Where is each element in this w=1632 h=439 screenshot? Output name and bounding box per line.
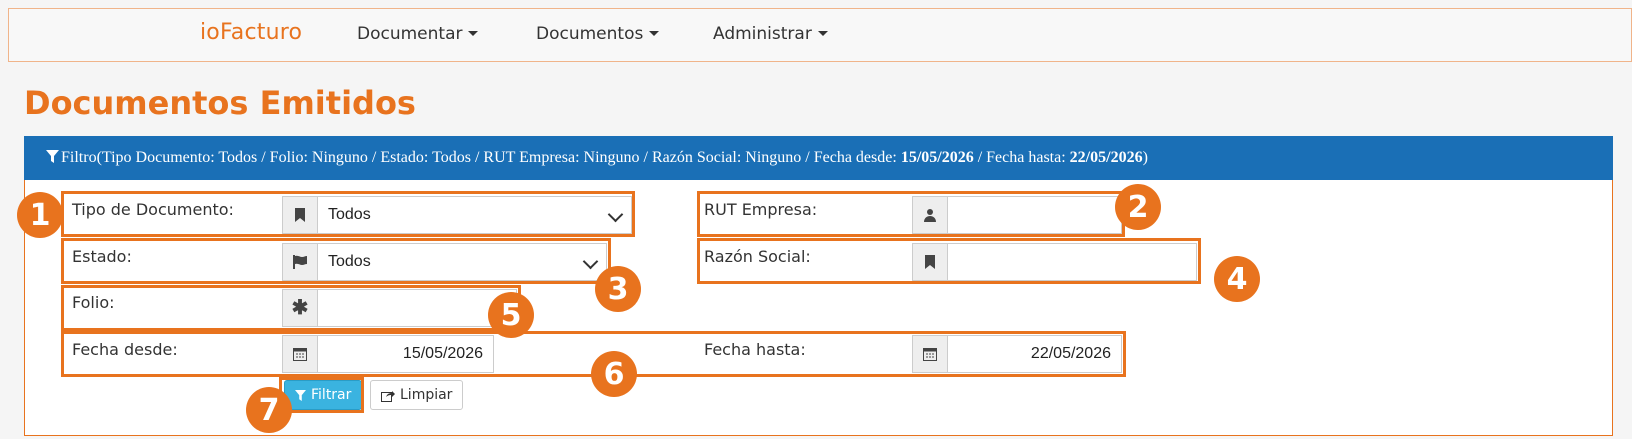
brand-logo[interactable]: ioFacturo bbox=[200, 20, 302, 45]
nav-documentos-label: Documentos bbox=[536, 24, 644, 44]
filter-summary-middle: / Fecha hasta: bbox=[973, 149, 1070, 166]
nav-documentar[interactable]: Documentar bbox=[357, 24, 479, 44]
folio-label: Folio: bbox=[72, 293, 115, 312]
nav-documentos[interactable]: Documentos bbox=[536, 24, 660, 44]
nav-administrar[interactable]: Administrar bbox=[713, 24, 828, 44]
calendar-icon bbox=[282, 335, 318, 373]
callout-badge-4: 4 bbox=[1214, 256, 1260, 302]
asterisk-icon: ✱ bbox=[282, 289, 318, 327]
share-icon bbox=[381, 390, 395, 402]
page-title: Documentos Emitidos bbox=[24, 84, 416, 122]
fecha-desde-value: 15/05/2026 bbox=[402, 345, 483, 362]
filter-summary-suffix: ) bbox=[1142, 149, 1148, 166]
caret-down-icon bbox=[468, 31, 479, 36]
estado-select[interactable]: Todos bbox=[317, 243, 607, 281]
razon-social-label: Razón Social: bbox=[704, 247, 811, 266]
fecha-hasta-input[interactable]: 22/05/2026 bbox=[947, 335, 1122, 373]
tipo-documento-value: Todos bbox=[328, 206, 371, 223]
user-icon bbox=[912, 196, 948, 234]
chevron-down-icon bbox=[582, 253, 599, 270]
tipo-documento-select[interactable]: Todos bbox=[317, 196, 632, 234]
folio-input[interactable] bbox=[317, 289, 517, 327]
nav-administrar-label: Administrar bbox=[713, 24, 812, 44]
chevron-down-icon bbox=[607, 206, 624, 223]
bookmark-icon bbox=[912, 243, 948, 281]
fecha-desde-label: Fecha desde: bbox=[72, 340, 178, 359]
callout-badge-1: 1 bbox=[17, 192, 63, 238]
fecha-desde-input[interactable]: 15/05/2026 bbox=[317, 335, 494, 373]
callout-badge-7: 7 bbox=[246, 387, 292, 433]
limpiar-button-label: Limpiar bbox=[400, 387, 453, 403]
calendar-icon bbox=[912, 335, 948, 373]
limpiar-button[interactable]: Limpiar bbox=[370, 380, 464, 410]
estado-value: Todos bbox=[328, 253, 371, 270]
tipo-documento-label: Tipo de Documento: bbox=[72, 200, 234, 219]
filter-summary-date-to: 22/05/2026 bbox=[1069, 149, 1143, 166]
fecha-hasta-label: Fecha hasta: bbox=[704, 340, 806, 359]
filtrar-button[interactable]: Filtrar bbox=[284, 380, 363, 410]
filter-icon bbox=[46, 150, 59, 163]
caret-down-icon bbox=[649, 31, 660, 36]
rut-empresa-label: RUT Empresa: bbox=[704, 200, 818, 219]
filter-icon bbox=[295, 389, 306, 401]
bookmark-icon bbox=[282, 196, 318, 234]
callout-badge-3: 3 bbox=[595, 266, 641, 312]
callout-badge-5: 5 bbox=[488, 292, 534, 338]
callout-badge-2: 2 bbox=[1115, 184, 1161, 230]
callout-badge-6: 6 bbox=[591, 351, 637, 397]
flag-icon bbox=[282, 243, 318, 281]
nav-documentar-label: Documentar bbox=[357, 24, 463, 44]
estado-label: Estado: bbox=[72, 247, 132, 266]
rut-empresa-input[interactable] bbox=[947, 196, 1122, 234]
fecha-hasta-value: 22/05/2026 bbox=[1030, 345, 1111, 362]
filter-summary-date-from: 15/05/2026 bbox=[900, 149, 974, 166]
filter-summary-bar[interactable]: Filtro(Tipo Documento: Todos / Folio: Ni… bbox=[24, 136, 1613, 180]
caret-down-icon bbox=[817, 31, 828, 36]
razon-social-input[interactable] bbox=[947, 243, 1197, 281]
filtrar-button-label: Filtrar bbox=[311, 387, 352, 403]
filter-summary-text: Filtro(Tipo Documento: Todos / Folio: Ni… bbox=[61, 149, 901, 166]
